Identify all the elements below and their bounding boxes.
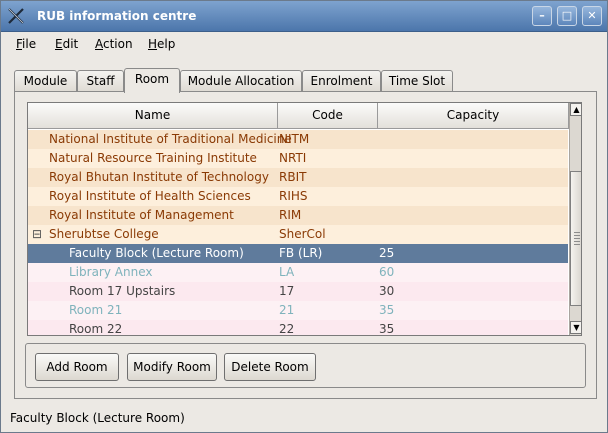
cell-code: SherCol <box>279 227 326 241</box>
cell-code: 22 <box>279 322 295 336</box>
cell-name: Room 21 <box>69 303 123 317</box>
table-row[interactable]: Faculty Block (Lecture Room) FB (LR) 25 <box>28 244 568 263</box>
table-row[interactable]: Royal Institute of Health Sciences RIHS <box>28 187 568 206</box>
app-x-icon <box>8 8 24 24</box>
table-row[interactable]: Room 17 Upstairs 17 30 <box>28 282 568 301</box>
cell-name: Room 17 Upstairs <box>69 284 176 298</box>
cell-name: Royal Bhutan Institute of Technology <box>49 170 269 184</box>
column-header-code[interactable]: Code <box>278 103 378 129</box>
table-row[interactable]: Library Annex LA 60 <box>28 263 568 282</box>
cell-code: RIHS <box>279 189 308 203</box>
tab-time-slot[interactable]: Time Slot <box>381 70 453 92</box>
cell-name: Natural Resource Training Institute <box>49 151 257 165</box>
cell-capacity: 35 <box>379 303 395 317</box>
table-row[interactable]: Natural Resource Training Institute NRTI <box>28 149 568 168</box>
menu-help[interactable]: Help <box>148 37 175 51</box>
cell-name: Faculty Block (Lecture Room) <box>69 246 244 260</box>
menu-action[interactable]: Action <box>95 37 133 51</box>
cell-capacity: 60 <box>379 265 395 279</box>
grip-line <box>574 237 580 239</box>
menu-file-label: ile <box>22 37 37 51</box>
tab-enrolment[interactable]: Enrolment <box>302 70 381 92</box>
column-header-capacity[interactable]: Capacity <box>378 103 569 129</box>
menu-help-label: elp <box>157 37 176 51</box>
menu-file[interactable]: File <box>16 37 36 51</box>
cell-code: RBIT <box>279 170 307 184</box>
button-group: Add Room Modify Room Delete Room <box>25 343 586 388</box>
menu-bar: File Edit Action Help <box>1 33 607 55</box>
scroll-up-button[interactable]: ▲ <box>570 103 581 116</box>
arrow-down-icon: ▼ <box>573 323 580 332</box>
cell-code: NITM <box>279 132 310 146</box>
status-bar-text: Faculty Block (Lecture Room) <box>10 411 185 425</box>
table-row[interactable]: Room 21 21 35 <box>28 301 568 320</box>
arrow-up-icon: ▲ <box>573 105 580 114</box>
cell-code: 17 <box>279 284 295 298</box>
add-room-button[interactable]: Add Room <box>35 353 119 381</box>
app-window: RUB information centre – □ ✕ File Edit A… <box>0 0 608 433</box>
cell-name: National Institute of Traditional Medici… <box>49 132 292 146</box>
table-row[interactable]: ⊟ Sherubtse College SherCol <box>28 225 568 244</box>
menu-edit[interactable]: Edit <box>55 37 78 51</box>
scroll-down-button[interactable]: ▼ <box>570 321 581 334</box>
grip-line <box>574 243 580 245</box>
menu-help-accel: H <box>148 37 158 51</box>
room-panel: Name Code Capacity National Institute of… <box>14 91 597 399</box>
tab-module[interactable]: Module <box>14 70 77 92</box>
cell-capacity: 35 <box>379 322 395 336</box>
maximize-icon: □ <box>561 9 573 22</box>
cell-name: Room 22 <box>69 322 123 336</box>
tab-staff[interactable]: Staff <box>77 70 124 92</box>
modify-room-button[interactable]: Modify Room <box>127 353 217 381</box>
cell-code: 21 <box>279 303 295 317</box>
table-row[interactable]: National Institute of Traditional Medici… <box>28 130 568 149</box>
menu-edit-label: dit <box>62 37 79 51</box>
menu-action-label: ction <box>103 37 133 51</box>
tab-room[interactable]: Room <box>124 68 180 93</box>
minimize-button[interactable]: – <box>532 6 552 26</box>
cell-name: Sherubtse College <box>49 227 159 241</box>
title-bar[interactable]: RUB information centre – □ ✕ <box>1 1 607 32</box>
cell-capacity: 25 <box>379 246 395 260</box>
cell-name: Royal Institute of Management <box>49 208 234 222</box>
cell-name: Library Annex <box>69 265 153 279</box>
delete-room-button[interactable]: Delete Room <box>224 353 316 381</box>
room-tree-table: Name Code Capacity National Institute of… <box>27 102 582 336</box>
vertical-scrollbar[interactable]: ▲ ▼ <box>569 103 581 335</box>
window-title: RUB information centre <box>37 9 197 23</box>
menu-action-accel: A <box>95 37 103 51</box>
cell-capacity: 30 <box>379 284 395 298</box>
grip-line <box>574 231 580 233</box>
grip-line <box>574 240 580 242</box>
tab-module-allocation[interactable]: Module Allocation <box>180 70 302 92</box>
cell-name: Royal Institute of Health Sciences <box>49 189 251 203</box>
tree-collapse-icon[interactable]: ⊟ <box>32 225 42 244</box>
grip-line <box>574 234 580 236</box>
table-row[interactable]: Royal Institute of Management RIM <box>28 206 568 225</box>
cell-code: LA <box>279 265 295 279</box>
column-header-name[interactable]: Name <box>28 103 278 129</box>
cell-code: RIM <box>279 208 302 222</box>
close-icon: ✕ <box>587 9 597 22</box>
cell-code: NRTI <box>279 151 307 165</box>
minimize-icon: – <box>539 9 545 22</box>
table-row[interactable]: Royal Bhutan Institute of Technology RBIT <box>28 168 568 187</box>
menu-edit-accel: E <box>55 37 63 51</box>
table-row[interactable]: Room 22 22 35 <box>28 320 568 336</box>
scrollbar-thumb[interactable] <box>570 170 581 306</box>
cell-code: FB (LR) <box>279 246 323 260</box>
maximize-button[interactable]: □ <box>557 6 577 26</box>
close-button[interactable]: ✕ <box>582 6 602 26</box>
